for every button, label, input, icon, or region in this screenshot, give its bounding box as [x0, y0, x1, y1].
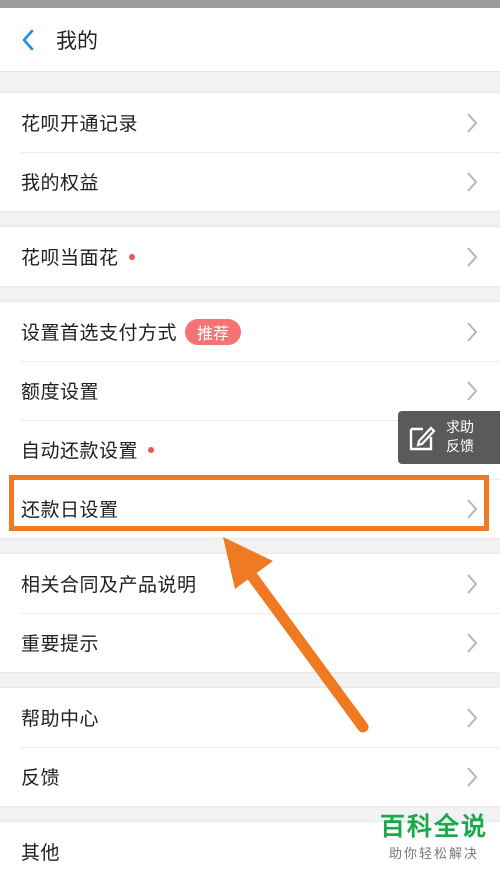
- menu-item-feedback[interactable]: 反馈: [0, 747, 500, 806]
- help-feedback-float-button[interactable]: 求助 反馈: [398, 411, 500, 464]
- menu-item-preferred-payment[interactable]: 设置首选支付方式 推荐: [0, 302, 500, 361]
- settings-group-in-person: 花呗当面花: [0, 226, 500, 287]
- chevron-right-icon: [466, 497, 480, 521]
- settings-group-records: 花呗开通记录 我的权益: [0, 92, 500, 212]
- chevron-right-icon: [466, 320, 480, 344]
- menu-item-label: 设置首选支付方式: [21, 322, 178, 344]
- edit-pen-icon: [398, 423, 446, 453]
- watermark-title: 百科全说: [379, 812, 488, 841]
- menu-item-label: 额度设置: [21, 381, 100, 403]
- help-float-line1: 求助: [446, 419, 474, 436]
- menu-item-label: 花呗开通记录: [21, 113, 139, 135]
- page-title: 我的: [56, 28, 98, 53]
- menu-item-label: 反馈: [21, 767, 61, 789]
- menu-item-label: 帮助中心: [21, 708, 100, 730]
- menu-item-label: 我的权益: [21, 172, 100, 194]
- back-arrow-icon[interactable]: [0, 8, 56, 72]
- new-dot-indicator: [148, 446, 155, 453]
- menu-item-in-person-pay[interactable]: 花呗当面花: [0, 227, 500, 286]
- navigation-bar: 我的: [0, 8, 500, 72]
- menu-item-my-benefits[interactable]: 我的权益: [0, 152, 500, 211]
- menu-item-label: 还款日设置: [21, 499, 119, 521]
- chevron-right-icon: [466, 379, 480, 403]
- status-bar: [0, 0, 500, 8]
- chevron-right-icon: [466, 706, 480, 730]
- menu-item-repayment-date[interactable]: 还款日设置: [0, 479, 500, 538]
- menu-item-label: 其他: [21, 842, 61, 864]
- new-dot-indicator: [128, 253, 135, 260]
- watermark-logo: 百科全说 助你轻松解决: [380, 807, 488, 862]
- menu-item-label: 自动还款设置: [21, 440, 139, 462]
- menu-item-label: 花呗当面花: [21, 247, 119, 269]
- chevron-right-icon: [466, 765, 480, 789]
- menu-item-label: 重要提示: [21, 633, 100, 655]
- chevron-right-icon: [466, 245, 480, 269]
- menu-item-huabei-records[interactable]: 花呗开通记录: [0, 93, 500, 152]
- chevron-right-icon: [466, 631, 480, 655]
- annotation-arrow: [223, 537, 369, 733]
- recommend-badge: 推荐: [185, 318, 242, 345]
- help-float-line2: 反馈: [446, 438, 474, 455]
- chevron-right-icon: [466, 572, 480, 596]
- menu-item-label: 相关合同及产品说明: [21, 574, 197, 596]
- chevron-right-icon: [466, 170, 480, 194]
- chevron-right-icon: [466, 111, 480, 135]
- watermark-subtitle: 助你轻松解决: [388, 847, 479, 862]
